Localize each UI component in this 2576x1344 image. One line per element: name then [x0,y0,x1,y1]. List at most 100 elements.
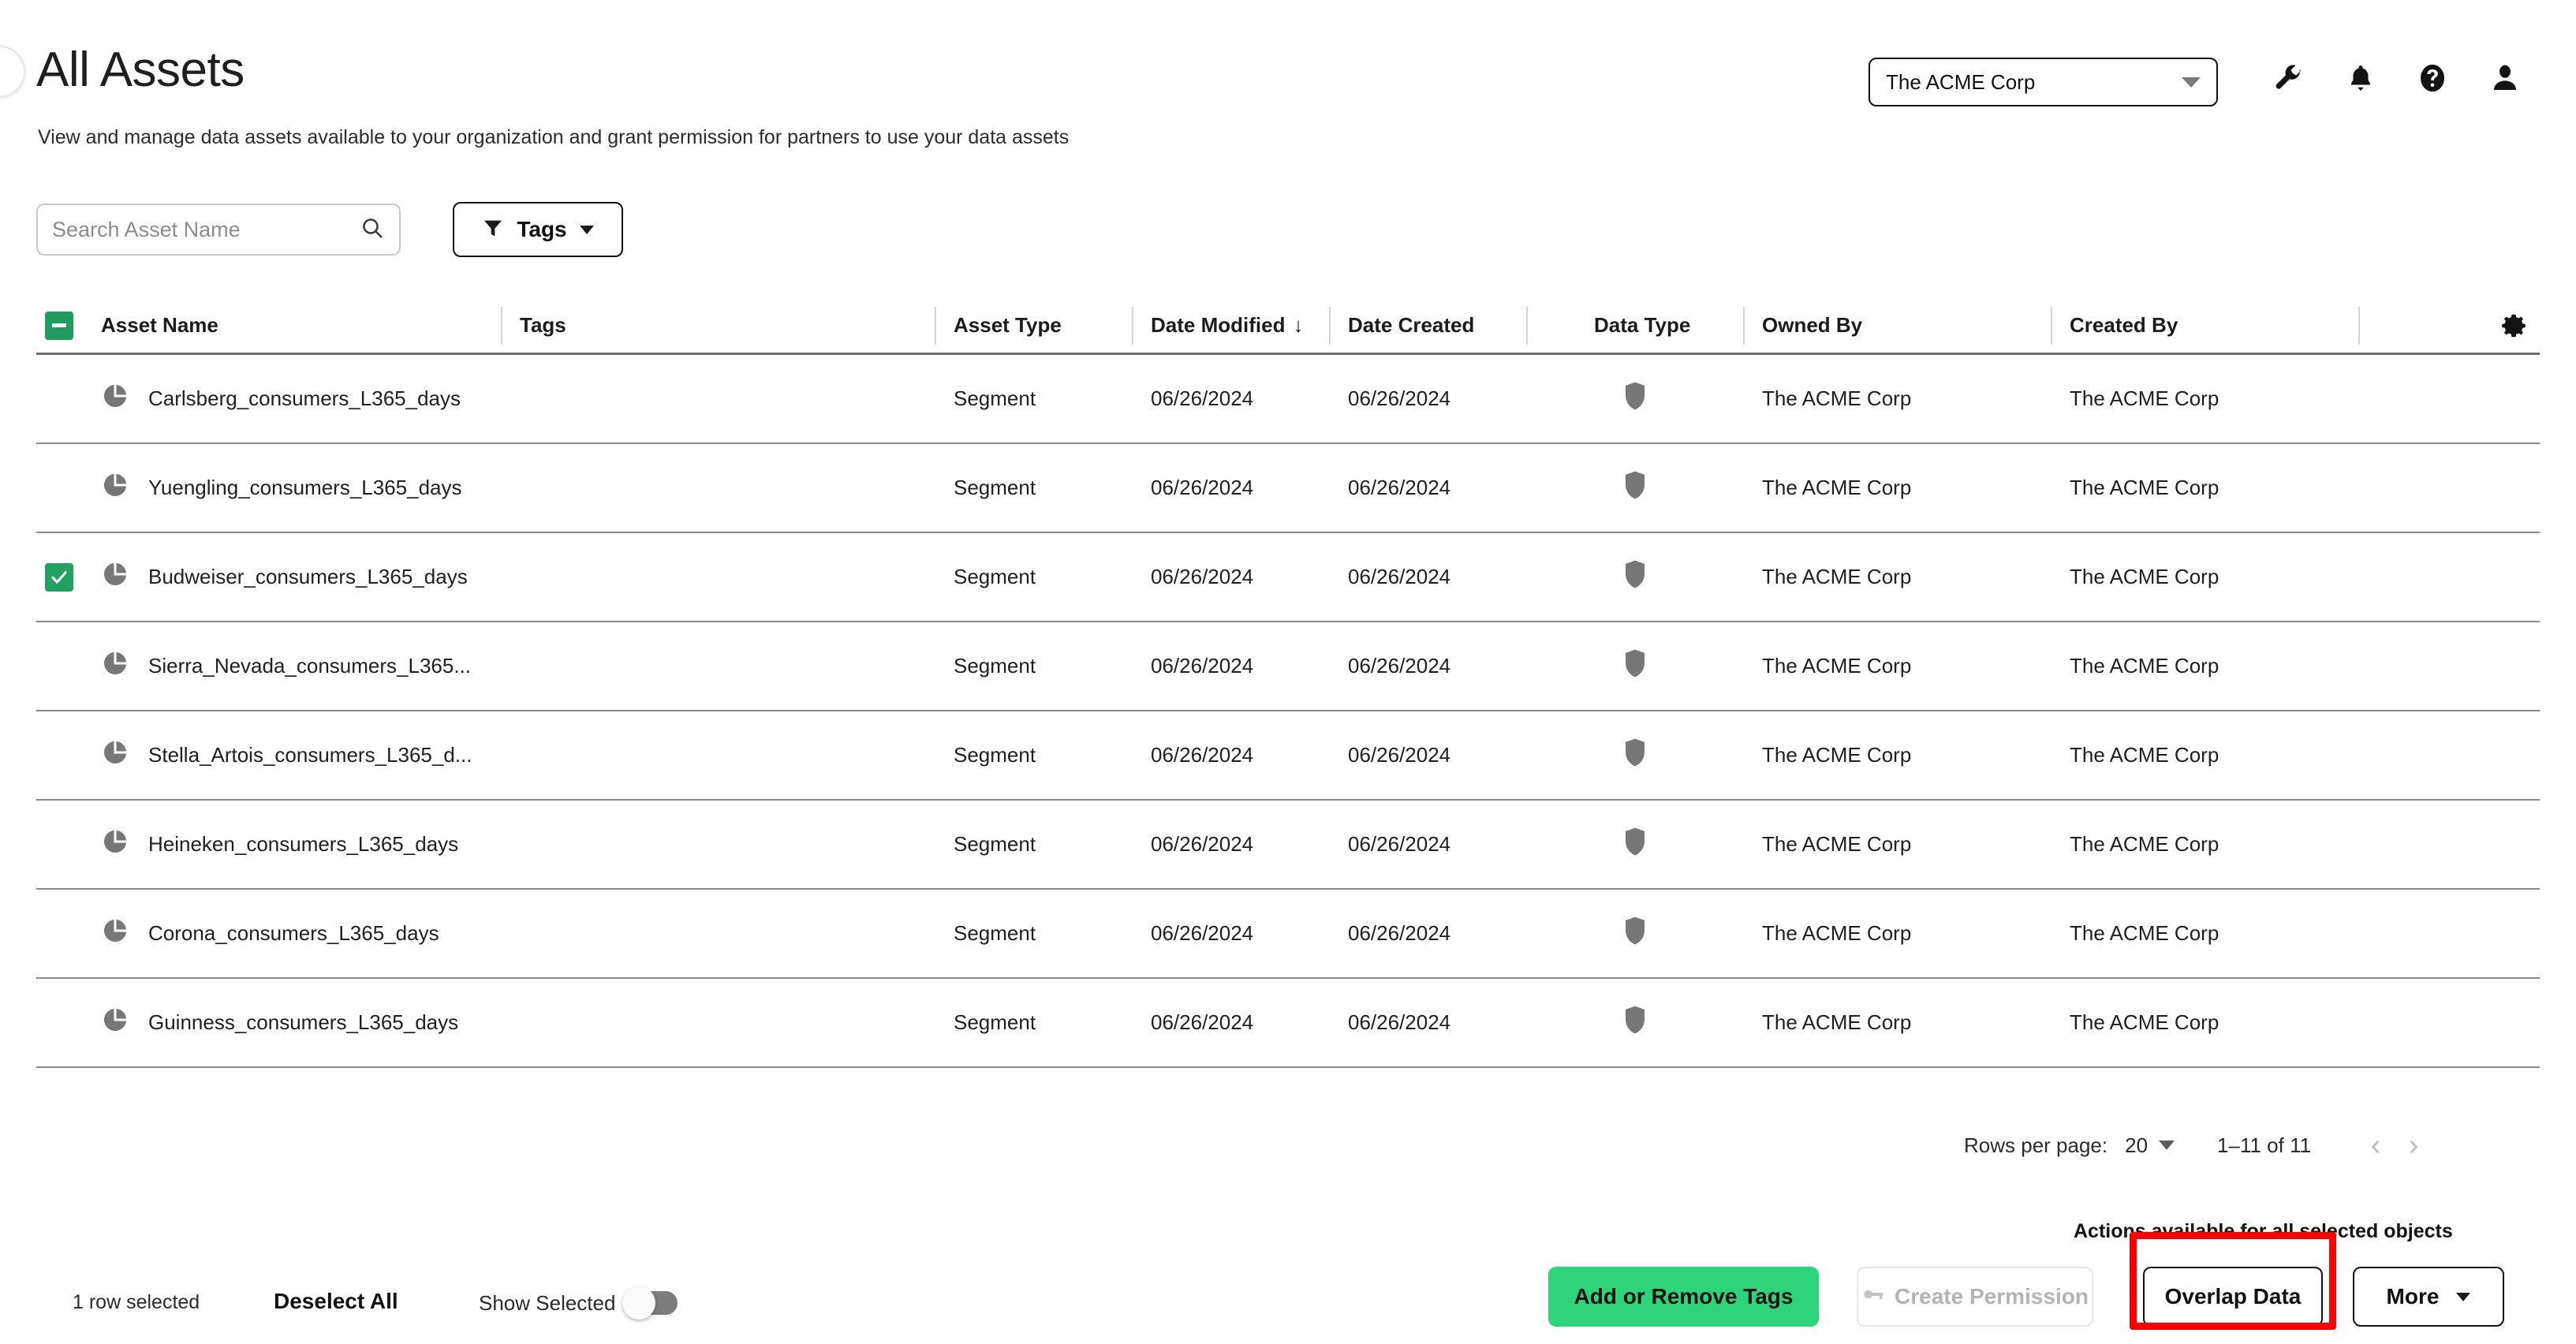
pagination-range-label: 1–11 of 11 [2217,1133,2312,1157]
add-or-remove-tags-button[interactable]: Add or Remove Tags [1548,1267,1819,1327]
table-row[interactable]: Sierra_Nevada_consumers_L365... Segment … [36,622,2540,711]
cell-asset-name[interactable]: Heineken_consumers_L365_days [82,801,501,888]
cell-date-modified: 06/26/2024 [1151,1010,1254,1034]
cell-asset-name[interactable]: Carlsberg_consumers_L365_days [82,355,501,442]
cell-date-modified: 06/26/2024 [1151,565,1254,588]
cell-tags [501,890,935,977]
shield-icon [1622,1005,1648,1040]
chevron-down-icon [2456,1292,2471,1301]
row-checkbox[interactable] [36,444,82,532]
bell-icon[interactable] [2346,62,2376,95]
column-header-owned-by[interactable]: Owned By [1743,297,2051,354]
show-selected-label: Show Selected [479,1291,616,1315]
overlap-data-button[interactable]: Overlap Data [2143,1267,2323,1327]
pagination: Rows per page: 20 1–11 of 11 ‹ › [1964,1126,2432,1164]
column-header-tags[interactable]: Tags [501,297,935,354]
cell-asset-type: Segment [954,386,1036,410]
shield-icon [1622,648,1648,684]
search-field[interactable] [36,203,401,256]
show-selected-toggle[interactable] [622,1286,678,1320]
pie-chart-icon [101,917,129,950]
pie-chart-icon [101,382,129,416]
rows-per-page-value[interactable]: 20 [2125,1133,2148,1158]
column-header-asset-type[interactable]: Asset Type [935,297,1132,354]
cell-asset-type: Segment [954,565,1036,588]
search-icon[interactable] [360,215,385,245]
column-header-created-by[interactable]: Created By [2051,297,2358,354]
chevron-down-icon [579,225,594,234]
user-icon[interactable] [2489,62,2521,95]
checkbox-unchecked-icon [45,652,73,681]
cell-asset-name[interactable]: Budweiser_consumers_L365_days [82,533,501,621]
table-row[interactable]: Heineken_consumers_L365_days Segment 06/… [36,801,2540,890]
table-row[interactable]: Corona_consumers_L365_days Segment 06/26… [36,890,2540,979]
cell-asset-name[interactable]: Guinness_consumers_L365_days [82,979,501,1066]
cell-created-by: The ACME Corp [2070,654,2219,678]
cell-asset-name[interactable]: Sierra_Nevada_consumers_L365... [82,622,501,710]
cell-tags [501,533,935,621]
table-row[interactable]: Budweiser_consumers_L365_days Segment 06… [36,533,2540,622]
checkbox-unchecked-icon [45,385,73,413]
cell-date-modified: 06/26/2024 [1151,921,1254,945]
filter-icon [482,217,504,243]
cell-asset-type: Segment [954,743,1036,767]
sidebar-collapse-toggle[interactable] [0,46,25,98]
row-checkbox[interactable] [36,979,82,1066]
row-checkbox[interactable] [36,622,82,710]
cell-owned-by: The ACME Corp [1762,476,1912,499]
column-label: Asset Type [954,313,1062,337]
asset-name-label: Guinness_consumers_L365_days [148,1010,459,1034]
cell-tags [501,622,935,710]
gear-icon[interactable] [2499,311,2540,341]
org-selector[interactable]: The ACME Corp [1869,58,2218,106]
column-header-data-type[interactable]: Data Type [1526,297,1743,354]
cell-date-created: 06/26/2024 [1348,743,1451,767]
cell-row-actions [2358,890,2540,977]
shield-icon [1622,559,1648,595]
next-page-button[interactable]: › [2395,1126,2432,1164]
cell-owned-by: The ACME Corp [1762,743,1912,767]
cell-asset-name[interactable]: Corona_consumers_L365_days [82,890,501,977]
cell-created-by: The ACME Corp [2070,565,2219,588]
select-all-checkbox[interactable] [36,297,82,354]
cell-date-created: 06/26/2024 [1348,476,1451,499]
pie-chart-icon [101,738,129,772]
cell-owned-by: The ACME Corp [1762,654,1912,678]
header-icon-group [2272,62,2521,95]
column-header-date-modified[interactable]: Date Modified ↓ [1132,297,1329,354]
column-header-date-created[interactable]: Date Created [1329,297,1526,354]
row-checkbox[interactable] [36,711,82,799]
table-row[interactable]: Guinness_consumers_L365_days Segment 06/… [36,979,2540,1068]
table-row[interactable]: Stella_Artois_consumers_L365_d... Segmen… [36,711,2540,801]
row-checkbox[interactable] [36,533,82,621]
asset-name-label: Budweiser_consumers_L365_days [148,565,468,588]
chevron-down-icon[interactable] [2159,1141,2175,1150]
page-title: All Assets [36,43,245,97]
row-checkbox[interactable] [36,355,82,442]
search-input[interactable] [52,217,360,242]
cell-date-modified: 06/26/2024 [1151,743,1254,767]
cell-data-type [1526,622,1743,710]
chevron-down-icon [2182,77,2201,88]
key-icon [1861,1282,1885,1312]
wrench-icon[interactable] [2272,62,2305,95]
cell-asset-name[interactable]: Yuengling_consumers_L365_days [82,444,501,532]
selected-row-count: 1 row selected [73,1291,200,1313]
cell-asset-name[interactable]: Stella_Artois_consumers_L365_d... [82,711,501,799]
column-header-asset-name[interactable]: Asset Name [82,297,501,354]
row-checkbox[interactable] [36,801,82,888]
previous-page-button[interactable]: ‹ [2357,1126,2395,1164]
help-icon[interactable] [2417,62,2448,95]
sort-desc-icon: ↓ [1293,313,1304,337]
cell-owned-by: The ACME Corp [1762,921,1912,945]
more-button[interactable]: More [2353,1267,2504,1327]
pie-chart-icon [101,649,129,683]
page-subtitle: View and manage data assets available to… [38,126,1070,148]
table-row[interactable]: Yuengling_consumers_L365_days Segment 06… [36,444,2540,533]
cell-created-by: The ACME Corp [2070,832,2219,856]
table-row[interactable]: Carlsberg_consumers_L365_days Segment 06… [36,355,2540,444]
row-checkbox[interactable] [36,890,82,977]
tags-filter-button[interactable]: Tags [453,202,623,257]
cell-tags [501,801,935,888]
deselect-all-button[interactable]: Deselect All [274,1289,398,1314]
